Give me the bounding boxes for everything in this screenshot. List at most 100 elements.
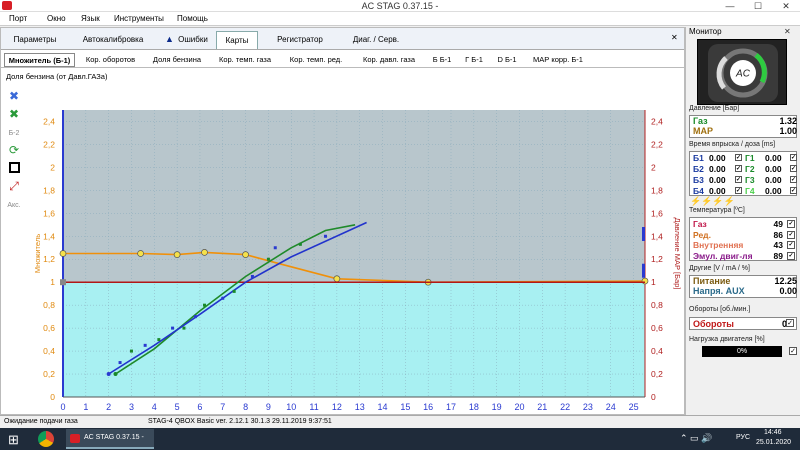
- petrol-injector-checkbox[interactable]: ✓: [735, 165, 742, 172]
- main-content: Параметры Автокалибровка ▲ Ошибки Карты …: [0, 27, 685, 425]
- y-tick-label-left: 1,6: [43, 208, 55, 218]
- temp-checkbox[interactable]: ✓: [787, 251, 795, 260]
- tab-parameters[interactable]: Параметры: [5, 31, 65, 49]
- monitor-panel: Монитор ✕ AC Давление [Бар] Газ 1.32 MAP…: [685, 27, 800, 415]
- supply-value: 12.25: [774, 276, 797, 286]
- tab-rpm-corr[interactable]: Кор. оборотов: [78, 53, 143, 67]
- petrol-injector-checkbox[interactable]: ✓: [735, 154, 742, 161]
- tab-multiplier[interactable]: Множитель (Б-1): [4, 53, 75, 67]
- taskbar: ⊞ AC STAG 0.37.15 - ⌃ ▭ 🔊 РУС 14:46 25.0…: [0, 428, 800, 450]
- tab-b-b1[interactable]: Б Б-1: [428, 53, 456, 67]
- scatter-point: [129, 349, 133, 353]
- gas-injector-checkbox[interactable]: ✓: [790, 165, 797, 172]
- status-text: Ожидание подачи газа: [4, 418, 78, 425]
- temp-value: 89: [773, 250, 783, 261]
- tab-d-b1[interactable]: D Б-1: [492, 53, 522, 67]
- y-tick-label-left: 2,4: [43, 116, 55, 126]
- menu-tools[interactable]: Инструменты: [114, 14, 164, 23]
- plot-area-lower: [63, 282, 645, 397]
- close-button[interactable]: ✕: [772, 0, 800, 12]
- y-tick-label-right: 0,2: [651, 369, 663, 379]
- petrol-injector-checkbox[interactable]: ✓: [735, 176, 742, 183]
- gas-pressure-value: 1.32: [779, 116, 797, 126]
- x-tick-label: 12: [332, 402, 342, 412]
- status-version: STAG-4 QBOX Basic ver. 2.12.1 30.1.3 29.…: [148, 418, 332, 425]
- other-box: Питание 12.25 Напря. AUX 0.00: [689, 275, 797, 298]
- monitor-title: Монитор: [689, 27, 722, 36]
- gas-injector-checkbox[interactable]: ✓: [790, 187, 797, 194]
- clear-blue-icon[interactable]: ✖: [6, 88, 22, 104]
- b2-button[interactable]: Б-2: [6, 126, 22, 142]
- aks-button[interactable]: Акс.: [6, 198, 22, 214]
- x-tick-label: 2: [106, 402, 111, 412]
- tab-maps[interactable]: Карты: [216, 31, 258, 49]
- tab-reducer-temp-corr[interactable]: Кор. темп. ред.: [282, 53, 350, 67]
- clock-date: 25.01.2020: [756, 439, 792, 446]
- tab-diag-service[interactable]: Диаг. / Серв.: [341, 31, 411, 49]
- x-tick-label: 21: [537, 402, 547, 412]
- y-tick-label-right: 1,2: [651, 254, 663, 264]
- minimize-button[interactable]: —: [716, 0, 744, 12]
- temp-header: Температура [ºC]: [689, 207, 745, 214]
- scatter-point: [182, 326, 186, 330]
- status-bar: Ожидание подачи газа STAG-4 QBOX Basic v…: [0, 415, 800, 428]
- tab-logger[interactable]: Регистратор: [267, 31, 333, 49]
- rpm-checkbox[interactable]: ✓: [786, 319, 794, 327]
- title-bar: AC STAG 0.37.15 - — ☐ ✕: [0, 0, 800, 12]
- refresh-icon[interactable]: ⟳: [6, 142, 22, 158]
- x-tick-label: 18: [469, 402, 479, 412]
- map-pressure-label: MAP: [693, 126, 713, 136]
- tab-map-corr[interactable]: МАР корр. Б-1: [525, 53, 591, 67]
- menu-window[interactable]: Окно: [47, 14, 66, 23]
- gas-injector-value: 0.00: [765, 164, 782, 174]
- start-icon[interactable]: ⊞: [8, 432, 19, 448]
- temp-checkbox[interactable]: ✓: [787, 230, 795, 239]
- multiplier-chart[interactable]: 0 1 2 3 4 5 6 7 8 9 10 11 12 13 14 15 16 17 18 19 20 21 22 23 24…: [26, 102, 684, 432]
- multiplier-marker: [333, 275, 341, 283]
- aux-value: 0.00: [779, 286, 797, 296]
- frame-icon[interactable]: [6, 160, 22, 176]
- petrol-injector-value: 0.00: [709, 175, 726, 185]
- gas-injector-checkbox[interactable]: ✓: [790, 176, 797, 183]
- menu-port[interactable]: Порт: [9, 14, 27, 23]
- petrol-injector-checkbox[interactable]: ✓: [735, 187, 742, 194]
- rpm-label: Обороты: [693, 319, 734, 329]
- temp-checkbox[interactable]: ✓: [787, 241, 795, 249]
- tab-autocalibration[interactable]: Автокалибровка: [71, 31, 155, 49]
- chart-icon[interactable]: ⤢: [6, 178, 22, 194]
- temp-value: 86: [773, 229, 783, 240]
- injection-row: Б3 0.00 ✓ Г3 0.00 ✓: [693, 175, 797, 185]
- map-pressure-value: 1.00: [779, 126, 797, 136]
- gas-injector-label: Г2: [745, 164, 755, 174]
- tab-errors[interactable]: ▲ Ошибки: [163, 31, 211, 49]
- gas-injector-value: 0.00: [765, 186, 782, 196]
- clear-green-icon[interactable]: ✖: [6, 106, 22, 122]
- gas-injector-label: Г1: [745, 153, 755, 163]
- tab-g-b1[interactable]: Г Б-1: [459, 53, 489, 67]
- x-tick-label: 15: [400, 402, 410, 412]
- x-tick-label: 10: [286, 402, 296, 412]
- close-tab-icon[interactable]: ✕: [671, 33, 678, 42]
- lang-indicator[interactable]: РУС: [736, 434, 750, 441]
- x-tick-label: 20: [514, 402, 524, 412]
- y-tick-label-right: 1,8: [651, 185, 663, 195]
- maximize-button[interactable]: ☐: [744, 0, 772, 12]
- temp-checkbox[interactable]: ✓: [787, 220, 795, 228]
- chrome-icon[interactable]: [38, 431, 54, 447]
- load-checkbox[interactable]: ✓: [789, 347, 797, 355]
- scatter-point: [323, 234, 327, 238]
- map-tabs: Множитель (Б-1) Кор. оборотов Доля бензи…: [1, 51, 684, 68]
- menu-help[interactable]: Помощь: [177, 14, 208, 23]
- tab-gas-pressure-corr[interactable]: Кор. давл. газа: [353, 53, 425, 67]
- tab-gas-temp-corr[interactable]: Кор. темп. газа: [211, 53, 279, 67]
- window-title: AC STAG 0.37.15 -: [361, 1, 439, 11]
- menu-language[interactable]: Язык: [81, 14, 100, 23]
- monitor-close-icon[interactable]: ✕: [784, 27, 791, 36]
- injection-row: Б4 0.00 ✓ Г4 0.00 ✓: [693, 186, 797, 196]
- scatter-point: [157, 338, 161, 342]
- y-tick-label-right: 2,4: [651, 116, 663, 126]
- x-tick-label: 5: [175, 402, 180, 412]
- taskbar-app[interactable]: AC STAG 0.37.15 -: [66, 429, 154, 449]
- gas-injector-checkbox[interactable]: ✓: [790, 154, 797, 161]
- tab-petrol-share[interactable]: Доля бензина: [146, 53, 208, 67]
